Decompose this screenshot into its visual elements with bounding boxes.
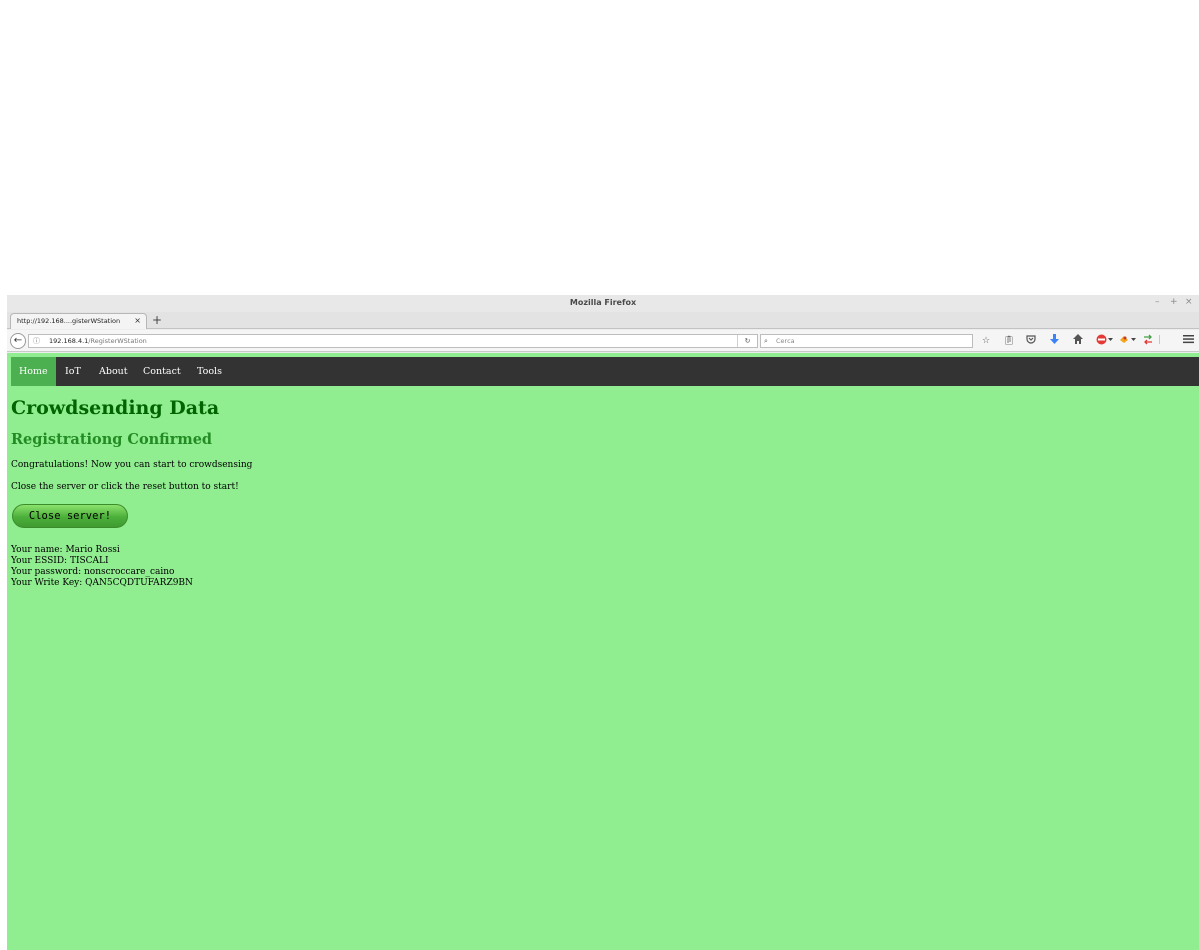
- url-text: 192.168.4.1/RegisterWStation: [49, 335, 147, 347]
- tab-close-icon[interactable]: ×: [134, 316, 141, 325]
- nav-about[interactable]: About: [91, 357, 136, 386]
- back-arrow-icon: ←: [13, 335, 23, 346]
- search-icon: ⌕: [764, 337, 768, 345]
- close-server-button[interactable]: Close server!: [12, 504, 128, 528]
- adblock-icon[interactable]: [1096, 334, 1114, 350]
- browser-window: Mozilla Firefox – + × http://192.168....…: [7, 295, 1199, 950]
- close-window-icon[interactable]: ×: [1185, 297, 1193, 307]
- toolbar-separator: |: [1158, 335, 1162, 345]
- nav-contact[interactable]: Contact: [135, 357, 189, 386]
- search-bar[interactable]: ⌕ Cerca: [760, 334, 973, 348]
- nav-home[interactable]: Home: [11, 357, 56, 386]
- clipboard-icon[interactable]: 📋︎: [1003, 334, 1014, 348]
- tab-label: http://192.168....gisterWStation: [17, 317, 121, 325]
- window-title: Mozilla Firefox: [569, 298, 637, 307]
- back-button[interactable]: ←: [10, 333, 26, 349]
- instruction-text: Close the server or click the reset butt…: [11, 482, 239, 492]
- nav-tools[interactable]: Tools: [189, 357, 230, 386]
- home-icon[interactable]: [1073, 334, 1083, 349]
- user-password: Your password: nonscroccare_caino: [11, 567, 175, 577]
- extension-icon[interactable]: [1119, 334, 1137, 350]
- navigation-toolbar: ← ⓘ 192.168.4.1/RegisterWStation ↻ ⌕ Cer…: [7, 330, 1199, 352]
- user-name: Your name: Mario Rossi: [11, 545, 120, 555]
- tab-strip: http://192.168....gisterWStation × +: [7, 312, 1199, 329]
- reload-icon[interactable]: ↻: [737, 335, 757, 347]
- url-host: 192.168.4.1: [49, 337, 89, 345]
- user-essid: Your ESSID: TISCALI: [11, 556, 109, 566]
- search-placeholder: Cerca: [776, 337, 795, 345]
- star-icon[interactable]: ☆: [982, 334, 990, 348]
- minimize-icon[interactable]: –: [1155, 297, 1160, 307]
- page-content: Home IoT About Contact Tools Crowdsendin…: [7, 353, 1199, 950]
- nav-iot[interactable]: IoT: [57, 357, 89, 386]
- info-icon[interactable]: ⓘ: [33, 335, 40, 347]
- address-bar[interactable]: ⓘ 192.168.4.1/RegisterWStation ↻: [28, 334, 758, 348]
- site-nav: Home IoT About Contact Tools: [11, 357, 1199, 386]
- pocket-icon[interactable]: [1026, 334, 1036, 349]
- page-subtitle: Registrationg Confirmed: [11, 431, 213, 448]
- congrats-text: Congratulations! Now you can start to cr…: [11, 460, 253, 470]
- url-path: /RegisterWStation: [88, 337, 147, 345]
- window-titlebar: Mozilla Firefox – + ×: [7, 295, 1199, 312]
- page-title: Crowdsending Data: [11, 397, 220, 419]
- sync-icon[interactable]: [1143, 334, 1153, 350]
- new-tab-button[interactable]: +: [152, 312, 162, 328]
- user-write-key: Your Write Key: QAN5CQDTUFARZ9BN: [11, 578, 193, 588]
- browser-tab[interactable]: http://192.168....gisterWStation ×: [10, 313, 147, 329]
- maximize-icon[interactable]: +: [1170, 297, 1178, 307]
- menu-icon[interactable]: [1183, 334, 1194, 349]
- download-icon[interactable]: [1050, 334, 1059, 350]
